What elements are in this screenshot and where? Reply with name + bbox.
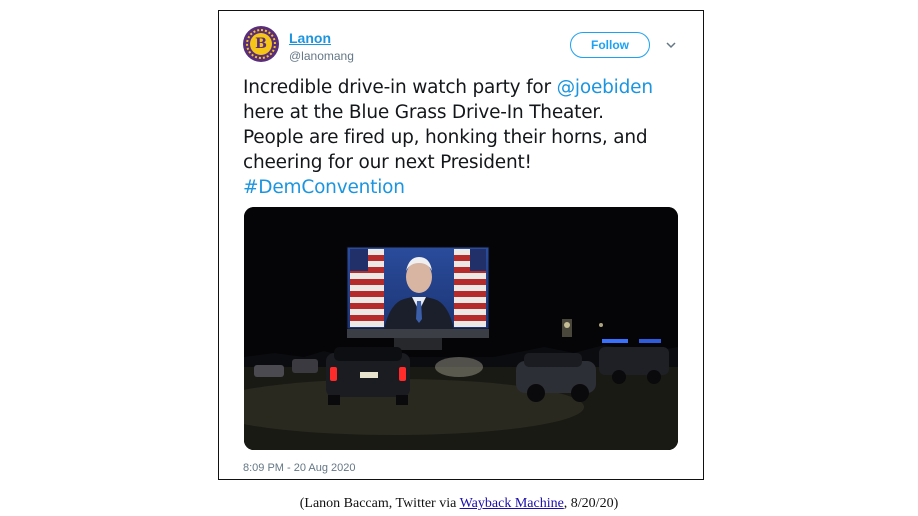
- tweet-text-segment: cheering for our next President!: [243, 152, 532, 173]
- mention-link[interactable]: @joebiden: [557, 77, 653, 98]
- display-name[interactable]: Lanon: [289, 30, 331, 46]
- avatar[interactable]: B: [243, 26, 279, 62]
- tweet-text: Incredible drive-in watch party for @joe…: [243, 75, 693, 200]
- tweet-text-line: cheering for our next President!: [243, 150, 693, 175]
- caption-suffix: , 8/20/20): [563, 496, 619, 511]
- hashtag-link[interactable]: #DemConvention: [243, 177, 405, 198]
- follow-button[interactable]: Follow: [570, 32, 650, 58]
- tweet-text-segment: here at the Blue Grass Drive-In Theater.: [243, 102, 604, 123]
- tweet-text-line: here at the Blue Grass Drive-In Theater.: [243, 100, 693, 125]
- tweet-text-line: Incredible drive-in watch party for @joe…: [243, 75, 693, 100]
- tweet-text-segment: People are fired up, honking their horns…: [243, 127, 648, 148]
- tweet-card: B Lanon @lanomang Follow Incredible driv…: [218, 10, 704, 480]
- tweet-text-segment: Incredible drive-in watch party for: [243, 77, 557, 98]
- drive-in-photo-image: [244, 207, 678, 450]
- tweet-photo[interactable]: [244, 207, 678, 450]
- chevron-down-icon[interactable]: [665, 39, 677, 51]
- image-caption: (Lanon Baccam, Twitter via Wayback Machi…: [0, 496, 918, 512]
- tweet-text-line: #DemConvention: [243, 175, 693, 200]
- tweet-text-line: People are fired up, honking their horns…: [243, 125, 693, 150]
- tweet-timestamp[interactable]: 8:09 PM - 20 Aug 2020: [243, 462, 356, 474]
- user-handle: @lanomang: [289, 49, 354, 63]
- avatar-ring: [246, 29, 276, 59]
- caption-prefix: (Lanon Baccam, Twitter via: [299, 496, 460, 511]
- wayback-machine-link[interactable]: Wayback Machine: [460, 496, 564, 511]
